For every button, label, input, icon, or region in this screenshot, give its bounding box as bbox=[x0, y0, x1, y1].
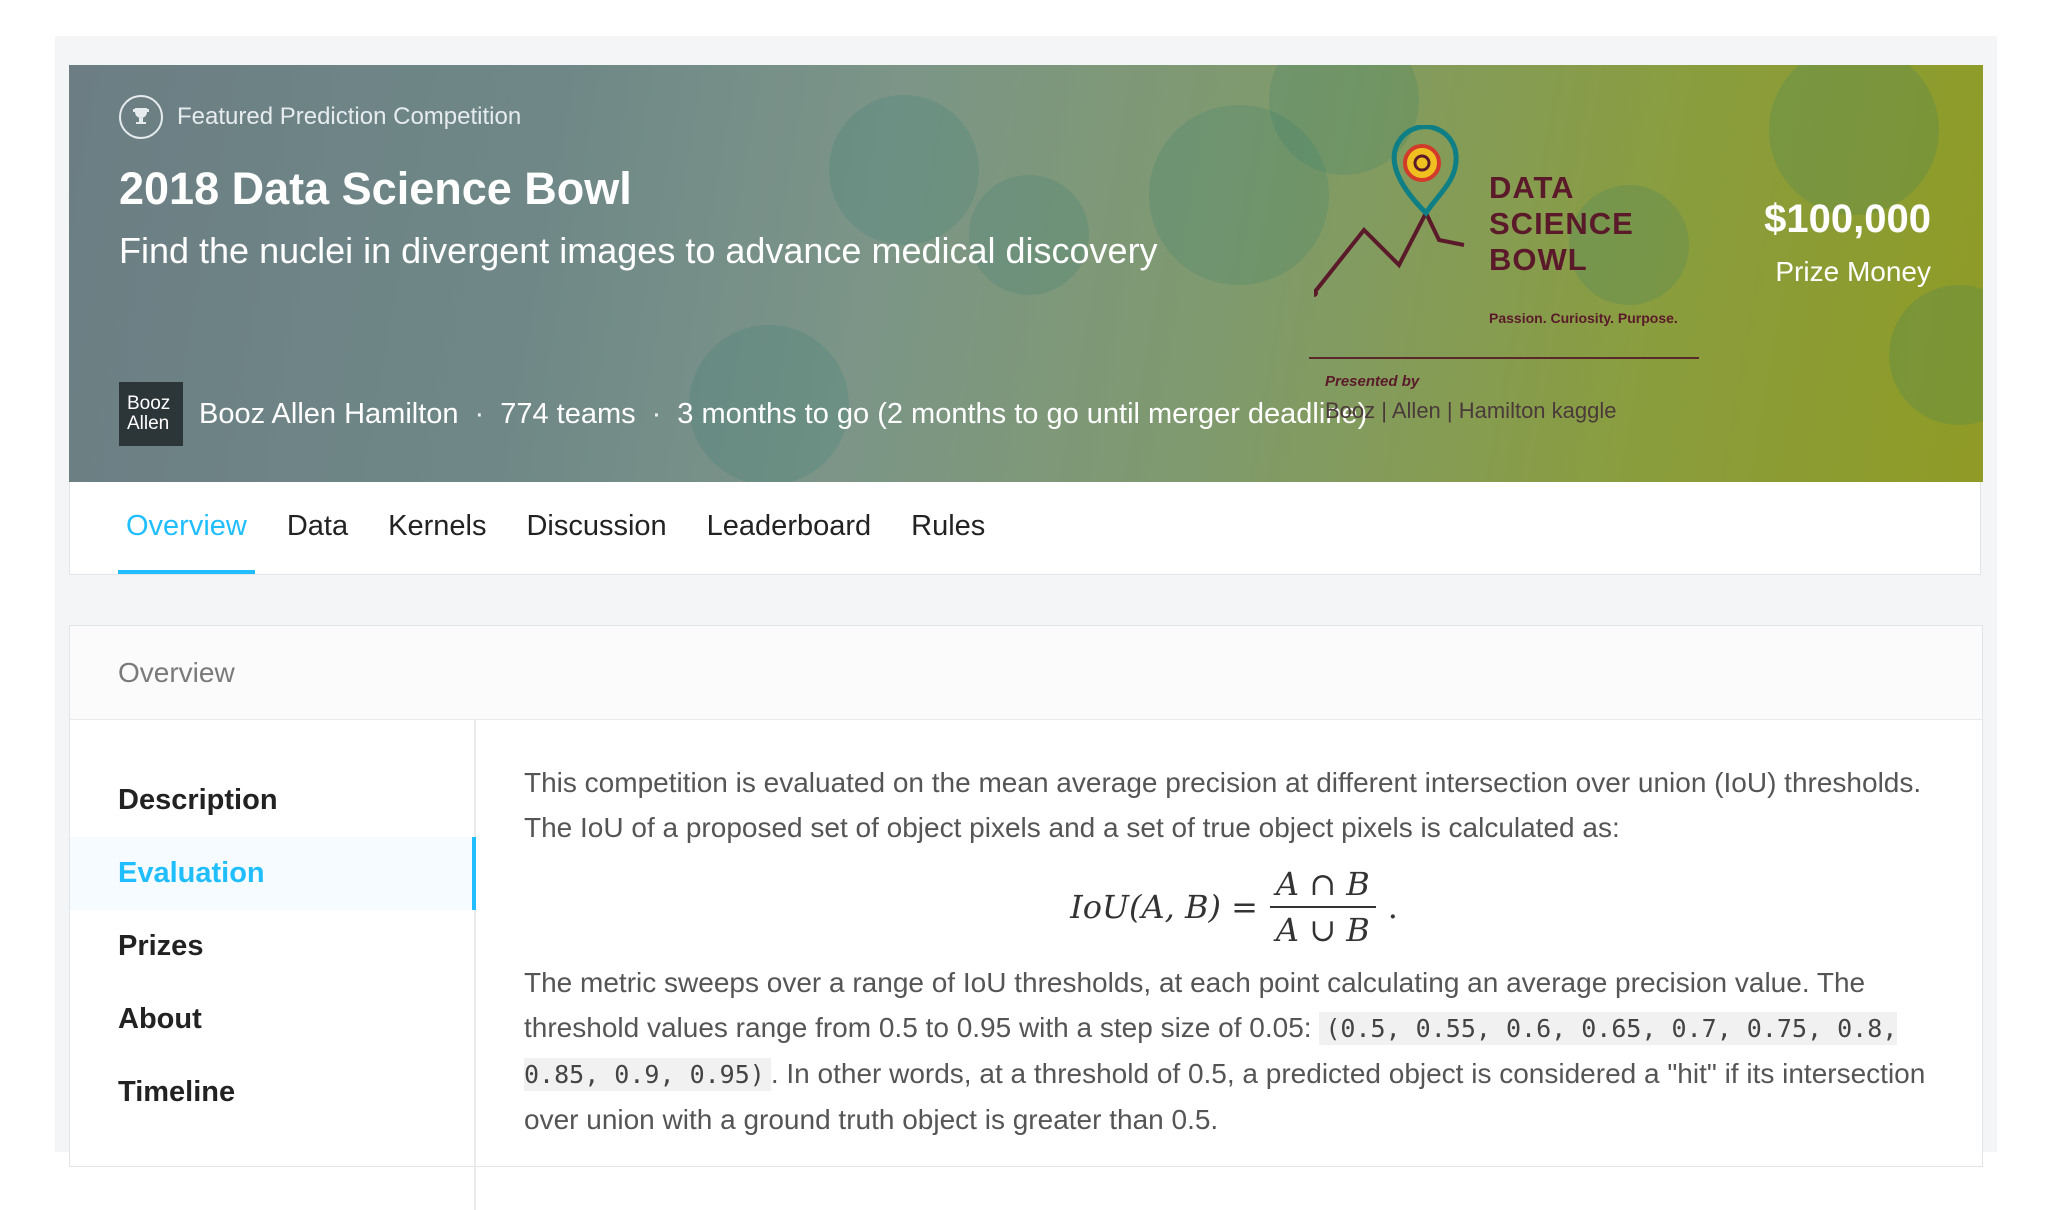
team-count[interactable]: 774 teams bbox=[500, 398, 635, 431]
sidenav-item-description[interactable]: Description bbox=[70, 764, 474, 837]
dsb-logo-line: BOWL bbox=[1489, 242, 1588, 277]
competition-subtitle: Find the nuclei in divergent images to a… bbox=[119, 230, 1158, 271]
bubble-decor bbox=[829, 95, 979, 245]
formula-numerator: A ∩ B bbox=[1269, 862, 1376, 908]
competition-header: Featured Prediction Competition 2018 Dat… bbox=[69, 65, 1983, 482]
dsb-sponsor-logos: Booz | Allen | Hamilton kaggle bbox=[1325, 398, 1617, 423]
tab-overview[interactable]: Overview bbox=[118, 482, 255, 574]
separator-dot: · bbox=[651, 397, 662, 430]
evaluation-paragraph-1: This competition is evaluated on the mea… bbox=[524, 767, 1922, 843]
competition-title: 2018 Data Science Bowl bbox=[119, 163, 632, 214]
formula-fraction: A ∩ B A ∪ B bbox=[1269, 862, 1376, 952]
dsb-logo-wordmark: DATA SCIENCE BOWL bbox=[1489, 170, 1634, 278]
host-logo-line: Allen bbox=[127, 413, 170, 434]
tab-discussion[interactable]: Discussion bbox=[518, 482, 674, 574]
formula-period: . bbox=[1387, 887, 1398, 926]
sidenav-item-timeline[interactable]: Timeline bbox=[70, 1056, 474, 1129]
tab-leaderboard[interactable]: Leaderboard bbox=[699, 482, 879, 574]
overview-panel: Overview Description Evaluation Prizes A… bbox=[69, 625, 1983, 1210]
competition-meta: Booz Allen Booz Allen Hamilton · 774 tea… bbox=[119, 382, 1367, 446]
trophy-icon bbox=[119, 95, 163, 139]
formula-lhs: IoU(A, B) = bbox=[1070, 887, 1258, 926]
page-background: Featured Prediction Competition 2018 Dat… bbox=[55, 36, 1997, 1210]
deadline-text: 3 months to go (2 months to go until mer… bbox=[677, 397, 1368, 430]
evaluation-content: This competition is evaluated on the mea… bbox=[524, 760, 1944, 1142]
prize-amount: $100,000 bbox=[1764, 197, 1931, 241]
competition-tabs: Overview Data Kernels Discussion Leaderb… bbox=[69, 482, 1981, 575]
sidenav-item-evaluation[interactable]: Evaluation bbox=[70, 837, 476, 910]
prize-block: $100,000 Prize Money bbox=[1764, 197, 1931, 288]
dsb-logo-line: SCIENCE bbox=[1489, 206, 1634, 241]
sidenav-item-about[interactable]: About bbox=[70, 983, 474, 1056]
dsb-divider bbox=[1309, 357, 1699, 359]
host-logo[interactable]: Booz Allen bbox=[119, 382, 183, 446]
panel-heading: Overview bbox=[70, 626, 1982, 720]
iou-formula: IoU(A, B) = A ∩ B A ∪ B . bbox=[524, 862, 1944, 952]
dsb-presented-by: Presented by bbox=[1325, 373, 1420, 390]
separator-dot: · bbox=[474, 397, 485, 430]
tab-rules[interactable]: Rules bbox=[903, 482, 993, 574]
host-name[interactable]: Booz Allen Hamilton bbox=[199, 398, 459, 431]
dsb-logo-line: DATA bbox=[1489, 170, 1575, 205]
tab-data[interactable]: Data bbox=[279, 482, 356, 574]
sidenav-item-prizes[interactable]: Prizes bbox=[70, 910, 474, 983]
bubble-decor bbox=[1889, 285, 1983, 425]
overview-sidenav: Description Evaluation Prizes About Time… bbox=[70, 720, 476, 1210]
prize-label: Prize Money bbox=[1775, 256, 1931, 287]
competition-type-badge: Featured Prediction Competition bbox=[119, 95, 521, 139]
evaluation-paragraph-2: The metric sweeps over a range of IoU th… bbox=[524, 960, 1944, 1142]
competition-type-label: Featured Prediction Competition bbox=[177, 103, 522, 130]
bubble-decor bbox=[1769, 65, 1939, 215]
host-logo-line: Booz bbox=[127, 393, 171, 414]
formula-denominator: A ∪ B bbox=[1275, 911, 1370, 949]
dsb-tagline: Passion. Curiosity. Purpose. bbox=[1489, 310, 1678, 326]
tab-kernels[interactable]: Kernels bbox=[380, 482, 494, 574]
